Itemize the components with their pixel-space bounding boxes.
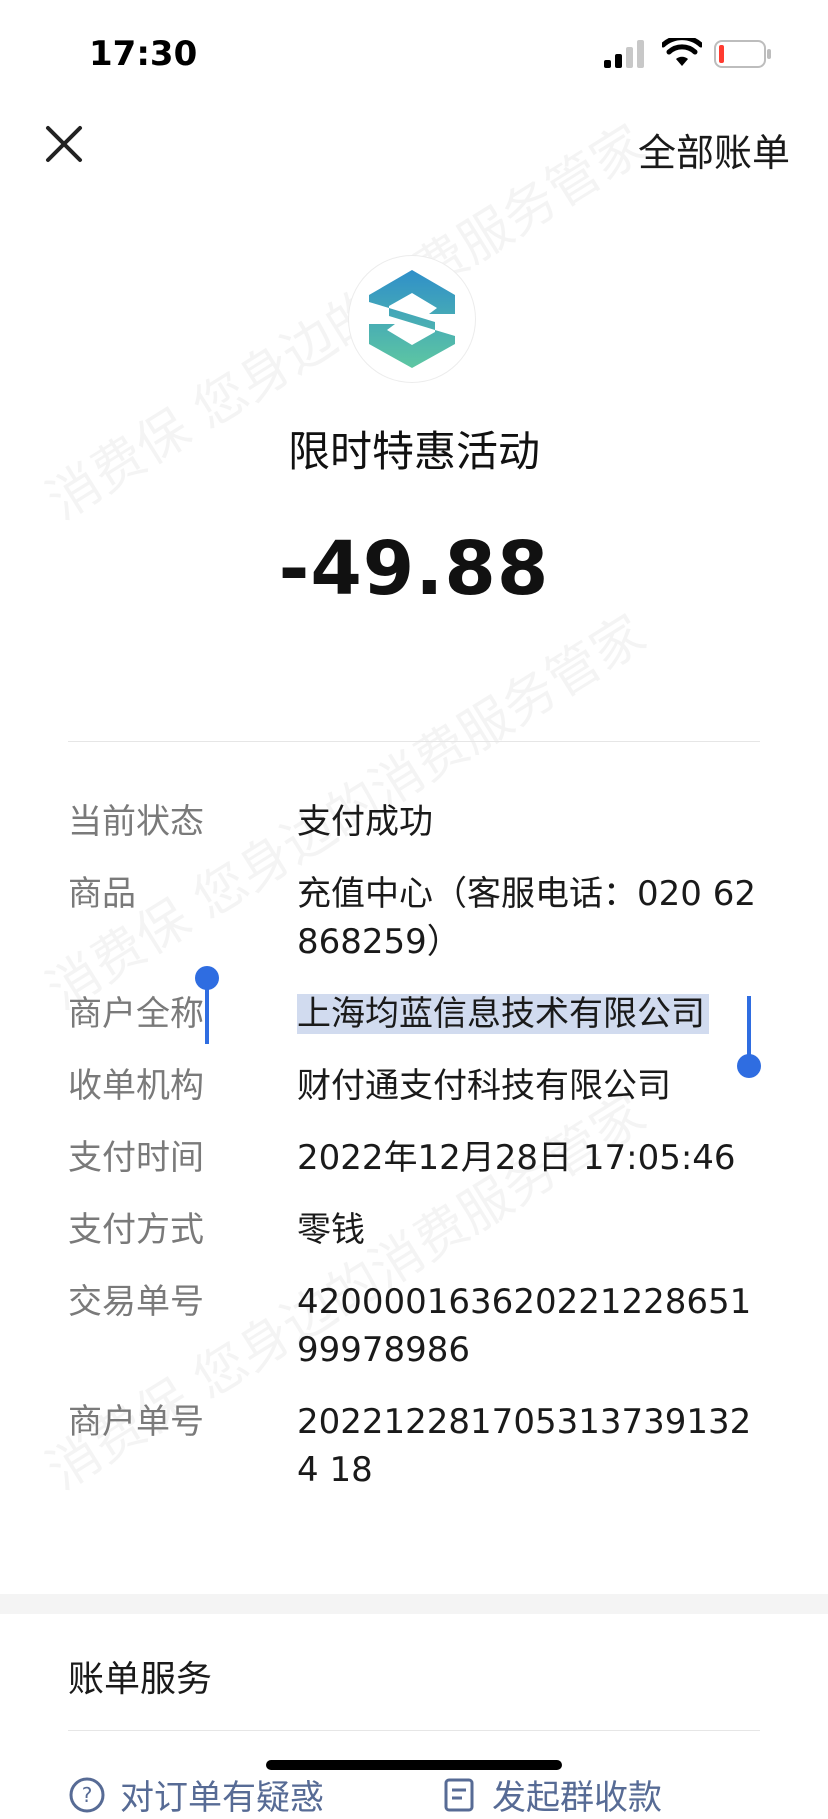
bill-services-title: 账单服务 [68, 1659, 213, 1700]
question-circle-icon: ? [69, 1777, 105, 1812]
detail-value: 2022122817053137391324 18 [297, 1402, 752, 1490]
detail-label: 支付方式 [68, 1210, 204, 1250]
merchant-title: 限时特惠活动 [287, 427, 540, 476]
detail-value: 零钱 [297, 1210, 365, 1250]
status-time: 17:30 [89, 34, 198, 74]
detail-label: 交易单号 [68, 1282, 204, 1322]
all-bills-link[interactable]: 全部账单 [638, 122, 790, 177]
detail-label: 商品 [68, 874, 136, 914]
payment-amount: -49.88 [278, 526, 550, 612]
detail-row-acquirer: 收单机构 财付通支付科技有限公司 [68, 1062, 758, 1110]
divider [68, 741, 760, 742]
detail-value: 2022年12月28日 17:05:46 [297, 1138, 736, 1178]
wifi-icon [662, 38, 702, 66]
detail-label: 支付时间 [68, 1138, 204, 1178]
battery-icon [714, 40, 771, 68]
detail-row-payment-time: 支付时间 2022年12月28日 17:05:46 [68, 1134, 758, 1182]
section-separator [0, 1594, 828, 1614]
group-collect-button[interactable]: 发起群收款 [440, 1770, 662, 1819]
detail-row-product: 商品 充值中心（客服电话：020 62868259） [68, 870, 758, 966]
selection-start-handle[interactable] [195, 966, 219, 1044]
receipt-icon [444, 1778, 474, 1811]
detail-value: 财付通支付科技有限公司 [297, 1066, 671, 1106]
detail-label: 商户全称 [68, 994, 204, 1034]
detail-row-payment-method: 支付方式 零钱 [68, 1206, 758, 1254]
divider [68, 1730, 760, 1731]
detail-value: 支付成功 [297, 802, 433, 842]
detail-row-transaction-id: 交易单号 42000016362022122865199978986 [68, 1278, 758, 1374]
group-collect-label: 发起群收款 [492, 1778, 662, 1818]
detail-label: 当前状态 [68, 802, 204, 842]
detail-value[interactable]: 充值中心（客服电话：020 62868259） [297, 870, 758, 966]
detail-label: 商户单号 [68, 1402, 204, 1442]
detail-label: 收单机构 [68, 1066, 204, 1106]
order-doubt-button[interactable]: ? 对订单有疑惑 [68, 1770, 324, 1819]
selected-text[interactable]: 上海均蓝信息技术有限公司 [297, 994, 709, 1034]
cellular-signal-icon [604, 40, 644, 68]
transaction-details: 当前状态 支付成功 商品 充值中心（客服电话：020 62868259） 商户全… [68, 798, 758, 1518]
svg-text:?: ? [82, 1783, 93, 1807]
home-indicator[interactable] [266, 1760, 562, 1770]
merchant-logo [349, 256, 475, 382]
detail-row-status: 当前状态 支付成功 [68, 798, 758, 846]
detail-row-merchant-name: 商户全称 上海均蓝信息技术有限公司 [68, 990, 758, 1038]
order-doubt-label: 对订单有疑惑 [120, 1778, 324, 1818]
detail-row-merchant-order-id: 商户单号 2022122817053137391324 18 [68, 1398, 758, 1494]
detail-value: 42000016362022122865199978986 [297, 1282, 752, 1370]
detail-value[interactable]: 上海均蓝信息技术有限公司 [297, 990, 758, 1038]
close-icon[interactable] [40, 120, 88, 168]
selection-end-handle[interactable] [737, 996, 761, 1078]
